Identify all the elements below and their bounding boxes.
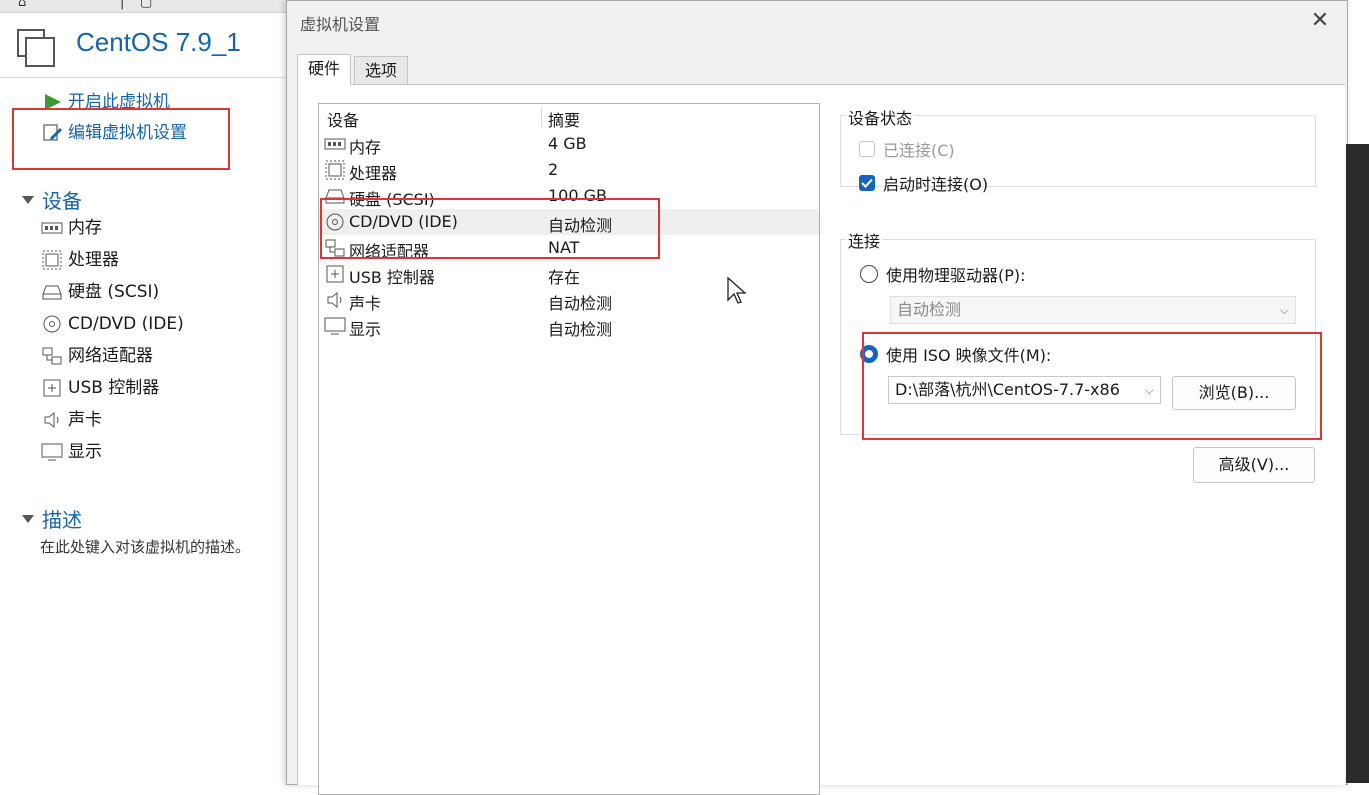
collapse-triangle-icon bbox=[22, 514, 34, 523]
left-device-processor[interactable]: 处理器 bbox=[40, 246, 119, 274]
collapse-triangle-icon bbox=[22, 195, 34, 204]
tab-separator: | bbox=[120, 0, 125, 10]
column-separator[interactable] bbox=[541, 107, 542, 127]
close-icon[interactable]: ✕ bbox=[1305, 7, 1335, 35]
display-icon bbox=[324, 316, 346, 336]
home-tab-fragment[interactable]: ⌂ bbox=[18, 0, 26, 11]
connect-at-power-on-checkbox[interactable]: 启动时连接(O) bbox=[859, 171, 988, 195]
left-device-sound[interactable]: 声卡 bbox=[40, 406, 102, 434]
cd-dvd-icon bbox=[40, 314, 64, 334]
left-device-network[interactable]: 网络适配器 bbox=[40, 342, 153, 370]
network-adapter-icon bbox=[40, 346, 64, 366]
sound-icon bbox=[324, 290, 346, 310]
memory-icon bbox=[324, 134, 346, 154]
network-adapter-icon bbox=[324, 238, 346, 258]
memory-icon bbox=[40, 218, 64, 238]
play-icon bbox=[45, 94, 61, 110]
physical-drive-radio[interactable]: 使用物理驱动器(P): bbox=[860, 262, 1026, 286]
devices-section-header[interactable]: 设备 bbox=[22, 185, 82, 214]
vm-summary-panel: ⌂ | ▢ CentOS 7.9_1 开启此虚拟机 编辑虚拟机设置 设备 内存 … bbox=[0, 0, 290, 783]
device-row-processor[interactable]: 处理器 2 bbox=[319, 157, 819, 183]
vm-header: CentOS 7.9_1 bbox=[0, 13, 290, 78]
left-device-memory[interactable]: 内存 bbox=[40, 214, 102, 242]
physical-drive-select[interactable]: 自动检测 ⌵ bbox=[890, 296, 1296, 324]
device-row-cd-dvd[interactable]: CD/DVD (IDE) 自动检测 bbox=[319, 209, 819, 235]
usb-icon bbox=[324, 264, 346, 284]
chevron-down-icon: ⌵ bbox=[1144, 383, 1154, 397]
device-row-memory[interactable]: 内存 4 GB bbox=[319, 131, 819, 157]
sound-icon bbox=[40, 410, 64, 430]
usb-icon bbox=[40, 378, 64, 398]
left-device-hard-disk[interactable]: 硬盘 (SCSI) bbox=[40, 278, 159, 306]
connected-checkbox[interactable]: 已连接(C) bbox=[859, 137, 955, 161]
radio-off-icon bbox=[860, 265, 878, 283]
description-section-header[interactable]: 描述 bbox=[22, 504, 82, 533]
browse-button[interactable]: 浏览(B)... bbox=[1172, 376, 1296, 410]
background-window-edge bbox=[1346, 144, 1369, 783]
column-device[interactable]: 设备 bbox=[327, 107, 359, 131]
mouse-cursor-icon bbox=[727, 276, 747, 304]
vm-title: CentOS 7.9_1 bbox=[76, 27, 241, 57]
connection-title: 连接 bbox=[846, 228, 883, 252]
left-device-cd-dvd[interactable]: CD/DVD (IDE) bbox=[40, 310, 184, 338]
chevron-down-icon: ⌵ bbox=[1279, 303, 1289, 317]
edit-settings-icon bbox=[43, 124, 63, 141]
tab-options[interactable]: 选项 bbox=[354, 56, 409, 85]
left-device-usb[interactable]: USB 控制器 bbox=[40, 374, 159, 402]
checkbox-unchecked-icon bbox=[859, 141, 875, 157]
device-row-network[interactable]: 网络适配器 NAT bbox=[319, 235, 819, 261]
power-on-vm-link[interactable]: 开启此虚拟机 bbox=[42, 89, 170, 115]
iso-image-radio[interactable]: 使用 ISO 映像文件(M): bbox=[860, 342, 1051, 366]
tab-hardware[interactable]: 硬件 bbox=[297, 54, 352, 85]
device-list: 设备 摘要 内存 4 GB 处理器 2 硬盘 (SCSI) 100 GB CD/… bbox=[318, 103, 820, 795]
processor-icon bbox=[40, 250, 64, 270]
vm-tab-fragment[interactable]: ▢ bbox=[140, 0, 152, 11]
iso-path-combo[interactable]: D:\部落\杭州\CentOS-7.7-x86 ⌵ bbox=[888, 376, 1161, 404]
device-row-hard-disk[interactable]: 硬盘 (SCSI) 100 GB bbox=[319, 183, 819, 209]
hard-disk-icon bbox=[324, 186, 346, 206]
edit-vm-settings-link[interactable]: 编辑虚拟机设置 bbox=[42, 120, 187, 146]
column-summary[interactable]: 摘要 bbox=[548, 107, 580, 131]
tab-strip: ⌂ | ▢ bbox=[0, 0, 290, 13]
vm-settings-dialog: 虚拟机设置 ✕ 硬件 选项 设备 摘要 内存 4 GB 处理器 2 硬盘 (SC… bbox=[286, 0, 1348, 795]
checkmark-icon bbox=[859, 175, 875, 191]
description-placeholder[interactable]: 在此处键入对该虚拟机的描述。 bbox=[40, 536, 250, 557]
radio-on-icon bbox=[860, 345, 878, 363]
device-list-header: 设备 摘要 bbox=[319, 104, 819, 130]
hard-disk-icon bbox=[40, 282, 64, 302]
hardware-tab-body: 设备 摘要 内存 4 GB 处理器 2 硬盘 (SCSI) 100 GB CD/… bbox=[297, 84, 1345, 795]
cd-dvd-icon bbox=[324, 212, 346, 232]
vm-icon bbox=[17, 29, 55, 67]
display-icon bbox=[40, 442, 64, 462]
processor-icon bbox=[324, 160, 346, 180]
dialog-title: 虚拟机设置 bbox=[300, 15, 381, 34]
device-status-title: 设备状态 bbox=[846, 105, 915, 129]
left-device-display[interactable]: 显示 bbox=[40, 438, 102, 466]
device-row-display[interactable]: 显示 自动检测 bbox=[319, 313, 819, 339]
advanced-button[interactable]: 高级(V)... bbox=[1193, 447, 1315, 483]
